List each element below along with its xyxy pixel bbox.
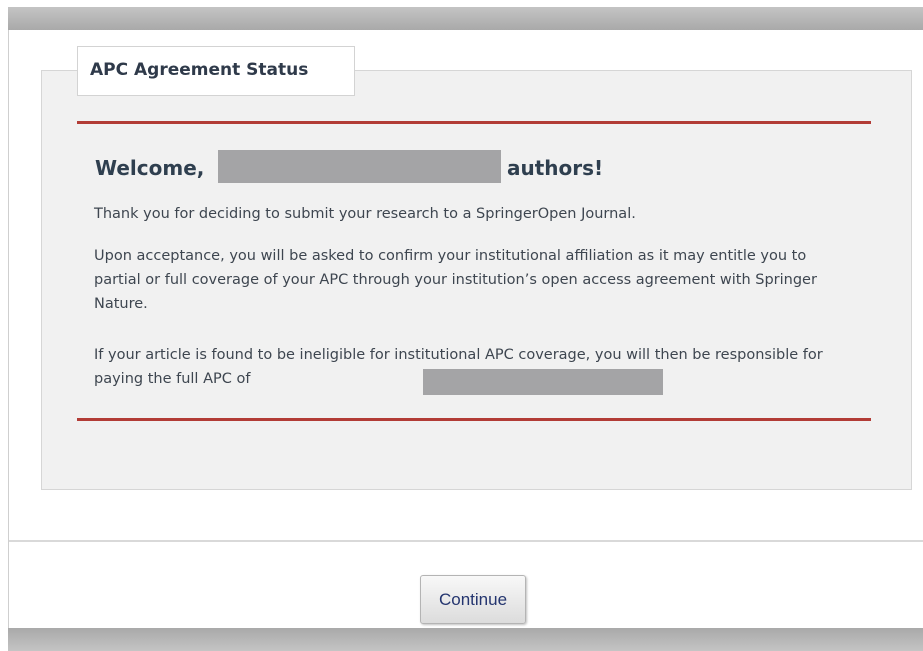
affiliation-paragraph: Upon acceptance, you will be asked to co… [94,248,817,312]
redacted-institution-name [218,150,501,183]
bottom-divider [77,418,871,421]
top-divider [77,121,871,124]
dialog-bottom-bar [8,628,923,651]
welcome-heading-prefix: Welcome, [95,156,205,180]
panel-legend: APC Agreement Status [77,46,355,96]
welcome-heading-suffix: authors! [507,156,604,180]
redacted-apc-amount [423,369,663,395]
footer-divider [9,540,923,542]
continue-button[interactable]: Continue [420,575,526,624]
intro-paragraph: Thank you for deciding to submit your re… [94,206,636,222]
dialog-top-bar [8,7,923,30]
apc-dialog: APC Agreement Status Welcome, authors! T… [8,30,923,628]
